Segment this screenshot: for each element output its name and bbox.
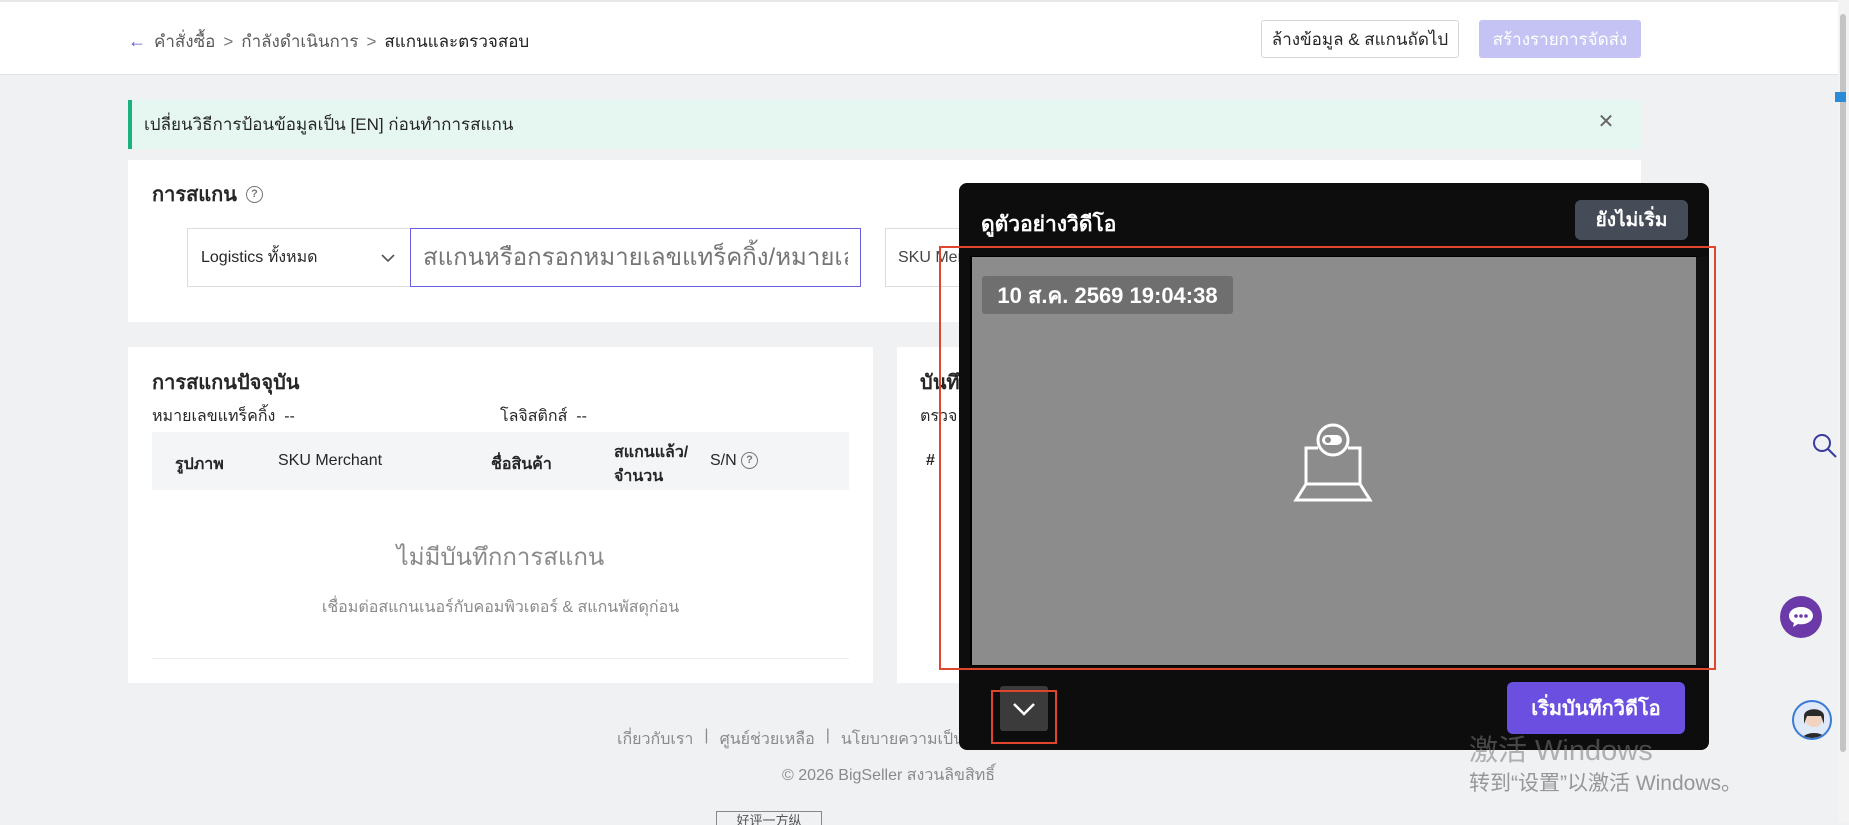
logistics-select[interactable]: Logistics ทั้งหมด [187, 228, 411, 287]
tracking-value: -- [284, 408, 295, 425]
footer-link-help[interactable]: ศูนย์ช่วยเหลือ [720, 727, 815, 752]
alert-text: เปลี่ยนวิธีการป้อนข้อมูลเป็น [EN] ก่อนทำ… [144, 115, 514, 134]
copyright: © 2026 BigSeller สงวนลิขสิทธิ์ [782, 767, 996, 784]
current-scan-title: การสแกนปัจจุบัน [152, 372, 300, 394]
scan-header: การสแกน ? [152, 178, 263, 210]
windows-watermark-subtitle: 转到“设置”以激活 Windows。 [1469, 772, 1743, 795]
support-avatar[interactable] [1792, 700, 1832, 740]
col-sku-merchant: SKU Merchant [278, 452, 383, 469]
scan-title: การสแกน [152, 184, 237, 206]
footer-links: เกี่ยวกับเรา | ศูนย์ช่วยเหลือ | นโยบายคว… [617, 727, 983, 752]
scrollbar-marker [1835, 92, 1846, 102]
highlight-frame-video [939, 246, 1716, 670]
col-product-name: ชื่อสินค้า [491, 456, 552, 473]
breadcrumb-orders[interactable]: คำสั่งซื้อ [154, 28, 215, 55]
windows-watermark-title: 激活 Windows [1469, 735, 1653, 767]
logistics-value: -- [576, 408, 587, 425]
avatar-icon [1801, 709, 1827, 738]
divider [152, 658, 849, 659]
breadcrumb-current: สแกนและตรวจสอบ [384, 32, 530, 51]
breadcrumb: ← คำสั่งซื้อ > กำลังดำเนินการ > สแกนและต… [128, 28, 529, 55]
arrow-left-icon[interactable]: ← [128, 31, 146, 52]
breadcrumb-separator: > [366, 31, 377, 51]
search-icon[interactable] [1812, 433, 1838, 459]
col-image: รูปภาพ [175, 456, 224, 473]
record-col-index: # [926, 452, 935, 469]
col-quantity: จำนวน [614, 468, 664, 485]
clear-and-next-button[interactable]: ล้างข้อมูล & สแกนถัดไป [1261, 20, 1459, 58]
help-circle-icon[interactable]: ? [245, 185, 263, 203]
footer-link-about[interactable]: เกี่ยวกับเรา [617, 727, 693, 752]
bottom-tag: 好评一方纵 [716, 811, 822, 825]
recording-status-badge: ยังไม่เริ่ม [1575, 200, 1688, 240]
create-shipment-button[interactable]: สร้างรายการจัดส่ง [1479, 20, 1641, 58]
logistics-label: โลจิสติกส์ -- [500, 404, 587, 429]
tracking-label-text: หมายเลขแทร็คกิ้ง [152, 408, 276, 425]
breadcrumb-separator: > [223, 31, 234, 51]
col-serial-number: S/N [710, 452, 737, 469]
empty-state-subtitle: เชื่อมต่อสแกนเนอร์กับคอมพิวเตอร์ & สแกนพ… [321, 599, 680, 616]
scan-tracking-input[interactable] [410, 228, 861, 287]
logistics-label-text: โลจิสติกส์ [500, 408, 568, 425]
col-scanned: สแกนแล้ว/ [614, 444, 689, 461]
close-icon[interactable]: ✕ [1597, 111, 1615, 133]
input-method-alert: เปลี่ยนวิธีการป้อนข้อมูลเป็น [EN] ก่อนทำ… [128, 100, 1641, 149]
footer-separator: | [704, 727, 709, 744]
help-circle-icon[interactable]: ? [741, 452, 758, 469]
empty-state-title: ไม่มีบันทึกการสแกน [396, 544, 605, 571]
footer-separator: | [825, 727, 830, 744]
tracking-number-label: หมายเลขแทร็คกิ้ง -- [152, 404, 295, 429]
chat-button[interactable] [1780, 596, 1822, 638]
chevron-down-icon [381, 254, 395, 263]
highlight-frame-collapse [991, 690, 1057, 744]
logistics-select-value: Logistics ทั้งหมด [201, 249, 318, 266]
chat-bubble-icon [1789, 607, 1813, 627]
breadcrumb-processing[interactable]: กำลังดำเนินการ [241, 28, 358, 55]
video-preview-title: ดูตัวอย่างวิดีโอ [981, 213, 1117, 236]
scan-table-header: รูปภาพ SKU Merchant ชื่อสินค้า สแกนแล้ว/… [152, 432, 849, 490]
scrollbar-thumb[interactable] [1840, 14, 1846, 752]
